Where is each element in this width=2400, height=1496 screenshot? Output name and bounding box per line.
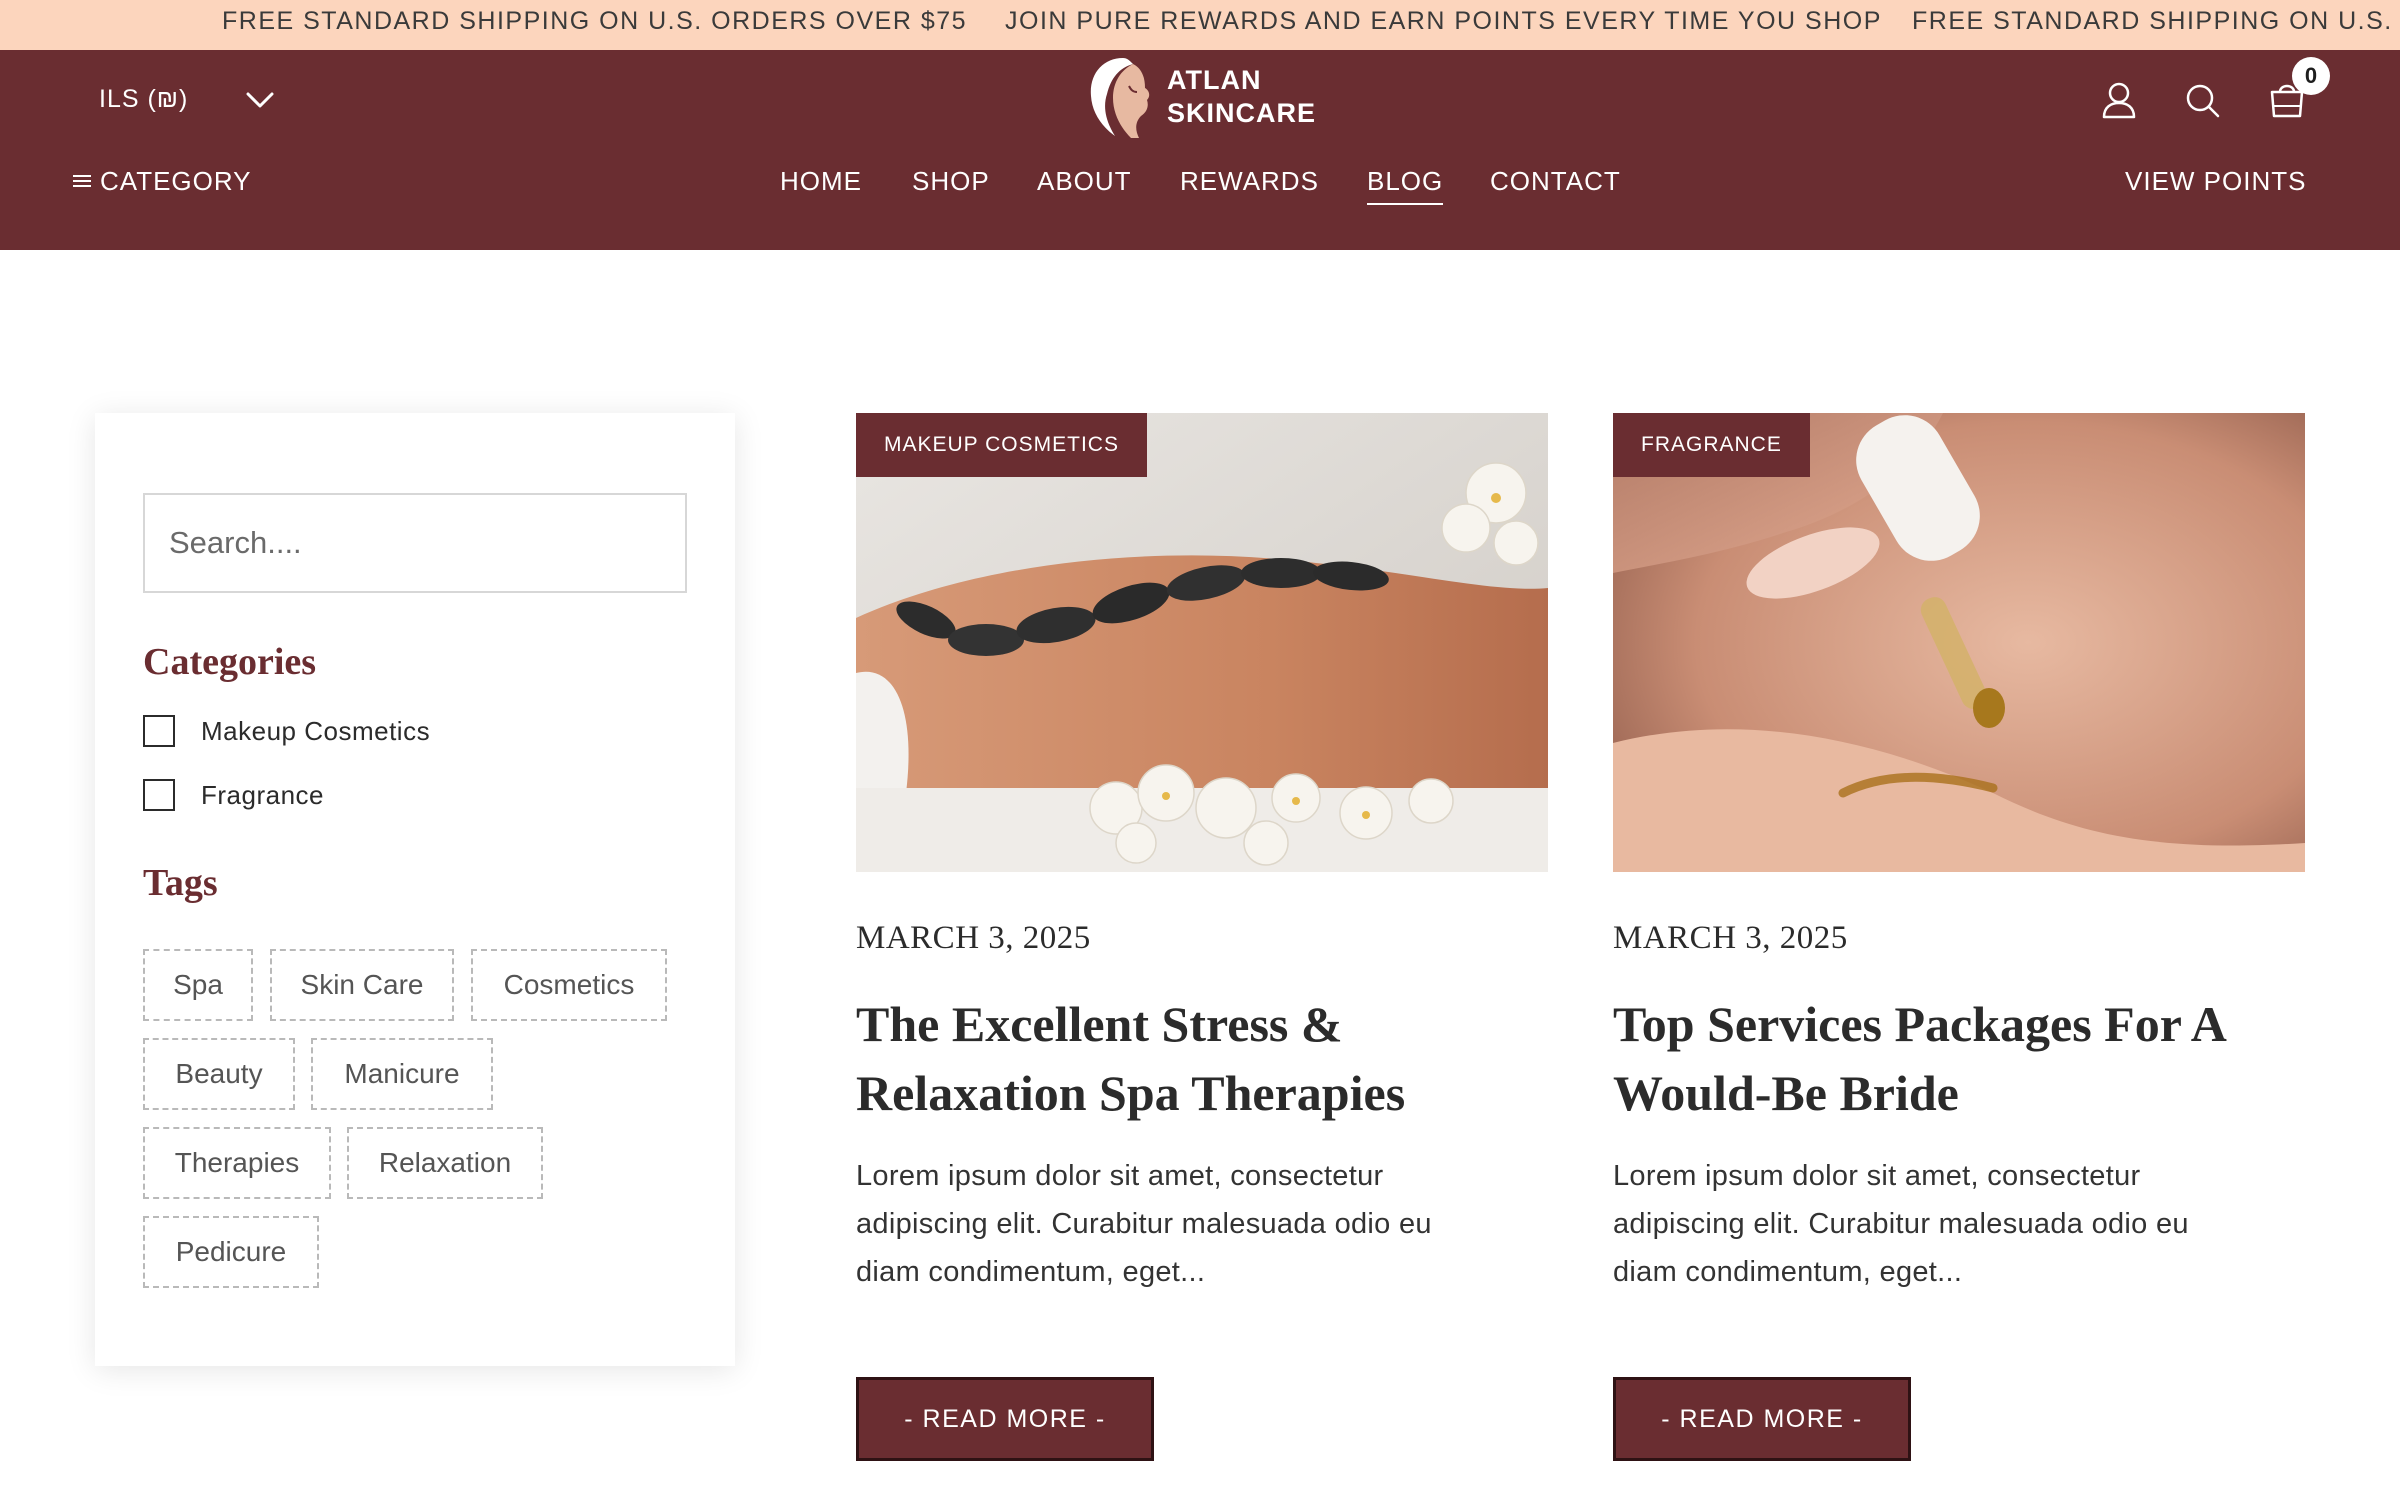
search-icon[interactable]	[2180, 78, 2226, 124]
tag-skin-care[interactable]: Skin Care	[270, 949, 454, 1021]
tag-cosmetics[interactable]: Cosmetics	[471, 949, 667, 1021]
post-excerpt: Lorem ipsum dolor sit amet, consectetur …	[856, 1160, 1432, 1288]
post-category-badge[interactable]: FRAGRANCE	[1613, 413, 1810, 477]
site-logo[interactable]: ATLAN SKINCARE	[1085, 56, 1325, 140]
post-image-oil-dropper[interactable]	[1613, 413, 2305, 872]
read-more-button[interactable]: - READ MORE -	[856, 1377, 1154, 1461]
site-header: ILS (₪) ATLAN SKINCARE 0 CATEGORY HOME S…	[0, 50, 2400, 250]
category-filter-makeup-cosmetics[interactable]: Makeup Cosmetics	[143, 715, 430, 747]
post-excerpt: Lorem ipsum dolor sit amet, consectetur …	[1613, 1160, 2189, 1288]
nav-shop[interactable]: SHOP	[912, 163, 990, 199]
main-nav: HOME SHOP ABOUT REWARDS BLOG CONTACT	[0, 163, 2400, 205]
category-filter-fragrance[interactable]: Fragrance	[143, 779, 324, 811]
tag-pedicure[interactable]: Pedicure	[143, 1216, 319, 1288]
view-points-link[interactable]: VIEW POINTS	[2125, 163, 2306, 199]
cart-count-badge: 0	[2292, 57, 2330, 95]
oil-dropper-image	[1613, 413, 2305, 872]
category-filter-label: Makeup Cosmetics	[201, 715, 431, 746]
nav-rewards[interactable]: REWARDS	[1180, 163, 1319, 199]
announcement-text: JOIN PURE REWARDS AND EARN POINTS EVERY …	[1005, 7, 1882, 35]
announcement-bar: FREE STANDARD SHIPPING ON U.S. ORDERS OV…	[0, 0, 2400, 50]
tag-manicure[interactable]: Manicure	[311, 1038, 493, 1110]
nav-about[interactable]: ABOUT	[1037, 163, 1132, 199]
chevron-down-icon[interactable]	[240, 80, 280, 120]
search-input[interactable]	[143, 493, 687, 593]
spa-stones-image	[856, 413, 1548, 872]
logo-line: SKINCARE	[1167, 98, 1317, 128]
tag-beauty[interactable]: Beauty	[143, 1038, 295, 1110]
checkbox[interactable]	[143, 779, 175, 811]
post-image-spa-stones[interactable]	[856, 413, 1548, 872]
nav-home[interactable]: HOME	[780, 163, 862, 199]
announcement-text: FREE STANDARD SHIPPING ON U.S. OR	[1912, 7, 2400, 35]
tag-therapies[interactable]: Therapies	[143, 1127, 331, 1199]
logo-text: ATLAN SKINCARE	[1167, 64, 1316, 130]
nav-contact[interactable]: CONTACT	[1490, 163, 1621, 199]
post-date: MARCH 3, 2025	[1613, 920, 1848, 956]
post-category-badge[interactable]: MAKEUP COSMETICS	[856, 413, 1147, 477]
blog-sidebar: Categories Makeup Cosmetics Fragrance Ta…	[95, 413, 735, 1366]
checkbox[interactable]	[143, 715, 175, 747]
post-title[interactable]: Top Services Packages For A Would-Be Bri…	[1613, 990, 2273, 1128]
tag-spa[interactable]: Spa	[143, 949, 253, 1021]
nav-blog[interactable]: BLOG	[1367, 163, 1444, 205]
post-date: MARCH 3, 2025	[856, 920, 1091, 956]
category-filter-label: Fragrance	[201, 779, 324, 810]
user-icon[interactable]	[2096, 77, 2142, 123]
tags-heading: Tags	[143, 862, 218, 904]
categories-heading: Categories	[143, 641, 317, 683]
announcement-text: FREE STANDARD SHIPPING ON U.S. ORDERS OV…	[222, 7, 968, 35]
currency-selector[interactable]: ILS (₪)	[99, 79, 188, 119]
tag-relaxation[interactable]: Relaxation	[347, 1127, 543, 1199]
logo-line: ATLAN	[1167, 65, 1262, 95]
read-more-button[interactable]: - READ MORE -	[1613, 1377, 1911, 1461]
logo-face-icon	[1090, 58, 1150, 138]
post-title[interactable]: The Excellent Stress & Relaxation Spa Th…	[856, 990, 1516, 1128]
